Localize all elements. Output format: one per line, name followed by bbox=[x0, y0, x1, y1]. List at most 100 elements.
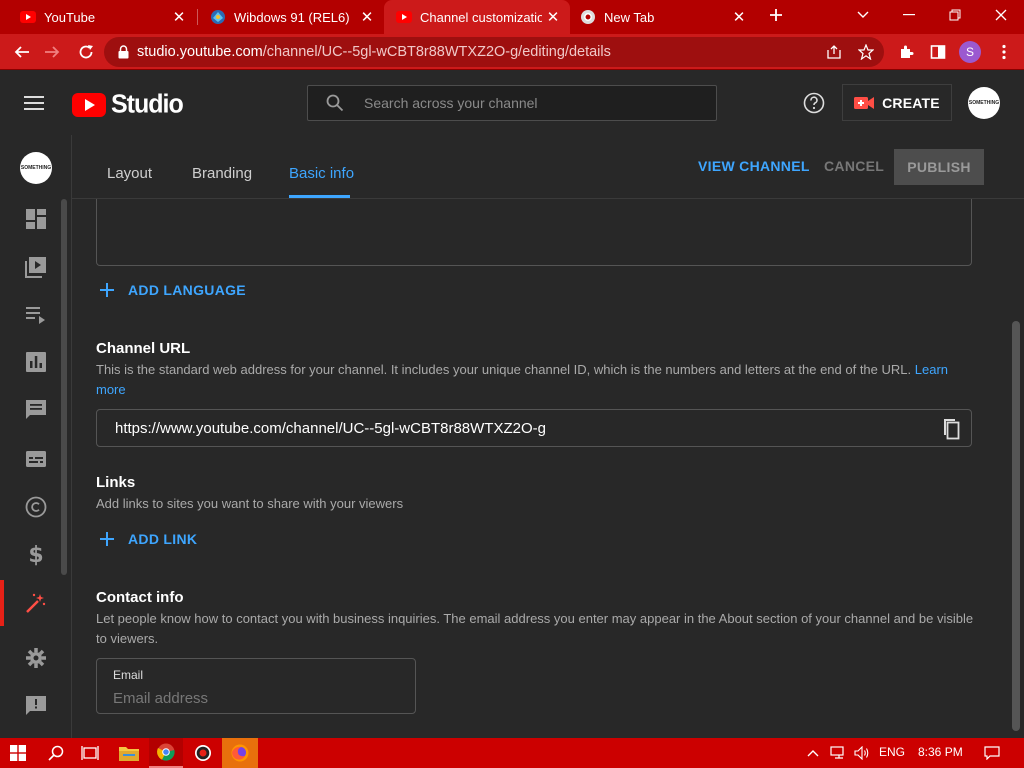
minimize-button[interactable] bbox=[886, 0, 932, 30]
description-textarea[interactable] bbox=[96, 199, 972, 266]
tab-close-icon[interactable]: ✕ bbox=[542, 6, 564, 28]
share-icon[interactable] bbox=[820, 38, 848, 66]
contact-desc-line2: to viewers. bbox=[96, 631, 159, 646]
windows91-icon bbox=[210, 9, 226, 25]
youtube-icon bbox=[396, 9, 412, 25]
profile-avatar[interactable]: S bbox=[956, 38, 984, 66]
feedback-icon[interactable] bbox=[20, 690, 52, 722]
customization-icon[interactable] bbox=[20, 587, 52, 619]
network-icon[interactable] bbox=[828, 738, 848, 768]
publish-button[interactable]: PUBLISH bbox=[894, 149, 984, 185]
add-link-label: ADD LINK bbox=[128, 531, 198, 547]
content-scrollbar[interactable] bbox=[1012, 321, 1020, 731]
active-tab-underline bbox=[289, 195, 350, 198]
left-navigation: SOMETHING $ bbox=[0, 135, 72, 738]
search-icon bbox=[326, 94, 344, 112]
analytics-icon[interactable] bbox=[20, 346, 52, 378]
restore-button[interactable] bbox=[932, 0, 978, 30]
clock[interactable]: 8:36 PM bbox=[918, 745, 963, 759]
plus-icon bbox=[98, 530, 116, 548]
copy-icon[interactable] bbox=[940, 418, 960, 440]
url-path: /channel/UC--5gl-wCBT8r88WTXZ2O-g/editin… bbox=[262, 44, 611, 60]
comments-icon[interactable] bbox=[20, 394, 52, 426]
tab-title: YouTube bbox=[44, 9, 96, 25]
email-placeholder: Email address bbox=[113, 690, 209, 707]
browser-toolbar: studio.youtube.com/channel/UC--5gl-wCBT8… bbox=[0, 34, 1024, 70]
main-content: Layout Branding Basic info VIEW CHANNEL … bbox=[72, 135, 1024, 738]
add-language-label: ADD LANGUAGE bbox=[128, 282, 246, 298]
reload-icon[interactable] bbox=[72, 38, 100, 66]
notifications-icon[interactable] bbox=[978, 738, 1006, 768]
studio-logo-text: Studio bbox=[111, 89, 184, 119]
content-icon[interactable] bbox=[20, 251, 52, 283]
tab-close-icon[interactable]: ✕ bbox=[356, 6, 378, 28]
more-text: more bbox=[96, 382, 126, 397]
channel-url-description: This is the standard web address for you… bbox=[96, 360, 976, 400]
tab-close-icon[interactable]: ✕ bbox=[168, 6, 190, 28]
links-title: Links bbox=[96, 474, 136, 491]
chrome-taskbar-icon[interactable] bbox=[149, 738, 183, 768]
create-video-icon bbox=[854, 96, 875, 110]
create-label: CREATE bbox=[882, 94, 940, 111]
channel-avatar[interactable]: SOMETHING bbox=[20, 152, 52, 184]
tray-chevron-up-icon[interactable] bbox=[803, 738, 823, 768]
close-window-button[interactable] bbox=[978, 0, 1024, 30]
channel-url-title: Channel URL bbox=[96, 340, 191, 357]
add-link-button[interactable]: ADD LINK bbox=[98, 530, 197, 548]
create-button[interactable]: CREATE bbox=[842, 84, 952, 121]
task-view-icon[interactable] bbox=[74, 738, 106, 768]
subtitles-icon[interactable] bbox=[20, 443, 52, 475]
taskbar-search-icon[interactable] bbox=[40, 738, 72, 768]
playlists-icon[interactable] bbox=[20, 298, 52, 330]
start-windows-icon[interactable] bbox=[0, 738, 36, 768]
channel-url-value: https://www.youtube.com/channel/UC--5gl-… bbox=[115, 419, 546, 437]
extensions-icon[interactable] bbox=[892, 38, 920, 66]
nav-scrollbar[interactable] bbox=[61, 199, 67, 575]
search-bar[interactable]: Search across your channel bbox=[307, 85, 717, 121]
links-description: Add links to sites you want to share wit… bbox=[96, 496, 404, 511]
file-explorer-icon[interactable] bbox=[114, 738, 144, 768]
side-panel-icon[interactable] bbox=[924, 38, 952, 66]
view-channel-button[interactable]: VIEW CHANNEL bbox=[698, 158, 810, 174]
channel-url-field[interactable]: https://www.youtube.com/channel/UC--5gl-… bbox=[96, 409, 972, 447]
tab-new-tab[interactable]: New Tab ✕ bbox=[570, 0, 756, 34]
volume-icon[interactable] bbox=[852, 738, 872, 768]
studio-logo[interactable]: Studio bbox=[72, 89, 184, 119]
contact-info-title: Contact info bbox=[96, 589, 184, 606]
record-app-icon[interactable] bbox=[187, 738, 219, 768]
bookmark-star-icon[interactable] bbox=[852, 38, 880, 66]
firefox-taskbar-icon[interactable] bbox=[222, 738, 258, 768]
settings-gear-icon[interactable] bbox=[20, 642, 52, 674]
monetization-icon[interactable]: $ bbox=[20, 539, 52, 571]
add-language-button[interactable]: ADD LANGUAGE bbox=[98, 281, 246, 299]
tab-channel-customization[interactable]: Channel customization ✕ bbox=[384, 0, 570, 34]
tab-search-chevron-icon[interactable] bbox=[840, 0, 886, 30]
more-vert-icon[interactable] bbox=[990, 38, 1018, 66]
plus-icon bbox=[98, 281, 116, 299]
tab-windows91[interactable]: Wibdows 91 (REL6) ✕ bbox=[198, 0, 384, 34]
email-field[interactable]: Email Email address bbox=[96, 658, 416, 714]
back-icon[interactable] bbox=[8, 38, 36, 66]
account-avatar[interactable]: SOMETHING bbox=[968, 87, 1000, 119]
tab-branding[interactable]: Branding bbox=[192, 165, 252, 182]
tab-title: Wibdows 91 (REL6) bbox=[234, 9, 350, 25]
tab-youtube[interactable]: YouTube ✕ bbox=[0, 0, 196, 34]
forward-icon[interactable] bbox=[38, 38, 66, 66]
help-icon[interactable] bbox=[803, 92, 825, 114]
hamburger-menu-icon[interactable] bbox=[24, 93, 46, 113]
dashboard-icon[interactable] bbox=[20, 203, 52, 235]
copyright-icon[interactable] bbox=[20, 491, 52, 523]
address-bar[interactable]: studio.youtube.com/channel/UC--5gl-wCBT8… bbox=[104, 37, 884, 67]
tab-close-icon[interactable]: ✕ bbox=[728, 6, 750, 28]
studio-header: Studio Search across your channel CREATE… bbox=[0, 71, 1024, 135]
learn-text: Learn bbox=[914, 362, 948, 377]
profile-initial: S bbox=[959, 41, 981, 63]
windows-taskbar: ENG 8:36 PM bbox=[0, 738, 1024, 768]
cancel-button[interactable]: CANCEL bbox=[824, 158, 884, 174]
tab-layout[interactable]: Layout bbox=[107, 165, 152, 182]
language-indicator[interactable]: ENG bbox=[879, 745, 905, 759]
channel-url-desc-text: This is the standard web address for you… bbox=[96, 362, 912, 377]
tab-basic-info[interactable]: Basic info bbox=[289, 165, 354, 182]
new-tab-button[interactable] bbox=[758, 0, 794, 30]
avatar-text: SOMETHING bbox=[968, 100, 1000, 106]
